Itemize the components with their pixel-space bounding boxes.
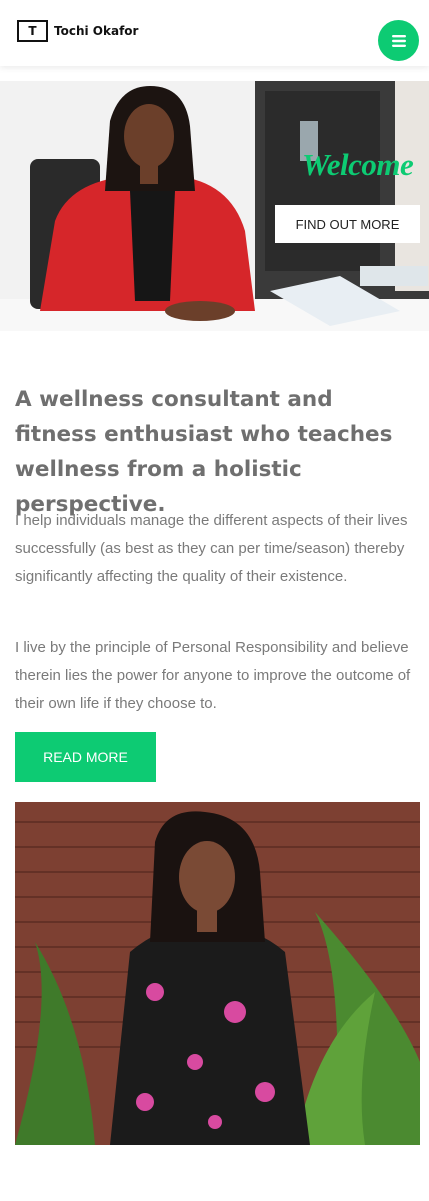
portrait-image xyxy=(15,802,420,1145)
site-name: Tochi Okafor xyxy=(54,24,139,38)
site-logo[interactable]: T Tochi Okafor xyxy=(17,20,138,42)
welcome-heading: Welcome xyxy=(302,147,414,182)
logo-mark: T xyxy=(17,20,48,42)
hero-banner: Welcome FIND OUT MORE xyxy=(0,81,429,331)
about-paragraph-2: I live by the principle of Personal Resp… xyxy=(15,639,411,712)
portrait-photo xyxy=(15,802,420,1145)
read-more-button[interactable]: READ MORE xyxy=(15,732,156,782)
hamburger-icon xyxy=(391,34,406,47)
find-out-more-button[interactable]: FIND OUT MORE xyxy=(275,205,420,243)
menu-button[interactable] xyxy=(378,20,419,61)
about-paragraph-1: I help individuals manage the different … xyxy=(15,512,408,585)
site-header: T Tochi Okafor xyxy=(0,0,429,66)
about-headline: A wellness consultant and fitness enthus… xyxy=(15,387,393,517)
